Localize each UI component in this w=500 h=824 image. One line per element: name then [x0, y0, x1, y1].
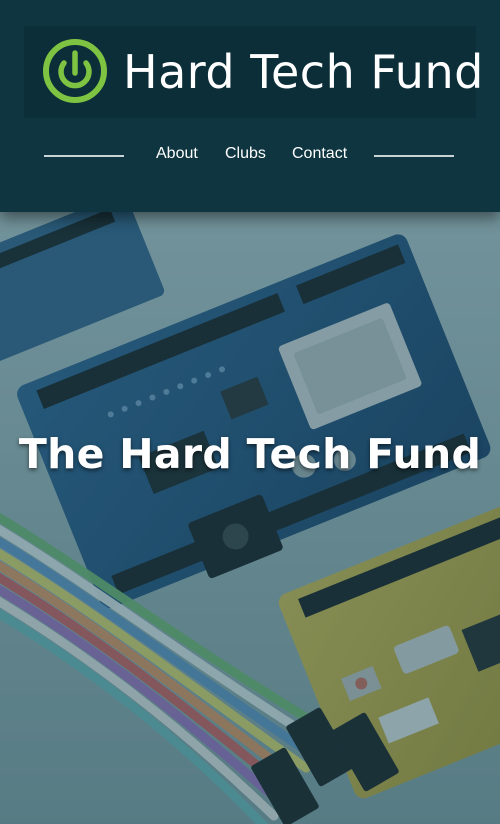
main-nav: About Clubs Contact	[0, 140, 500, 170]
nav-link-contact[interactable]: Contact	[292, 145, 347, 163]
nav-divider-left	[44, 155, 124, 157]
power-button-icon	[40, 36, 110, 106]
nav-link-clubs[interactable]: Clubs	[225, 145, 266, 163]
site-header: Hard Tech Fund About Clubs Contact	[0, 0, 500, 212]
brand-home-link[interactable]: Hard Tech Fund	[24, 26, 483, 118]
brand-name: Hard Tech Fund	[123, 45, 484, 99]
hero-image	[0, 212, 500, 824]
hero-title: The Hard Tech Fund	[18, 430, 482, 478]
page: Hard Tech Fund About Clubs Contact The H…	[0, 0, 500, 824]
nav-link-about[interactable]: About	[156, 145, 198, 163]
hero-banner: The Hard Tech Fund	[0, 212, 500, 824]
nav-divider-right	[374, 155, 454, 157]
